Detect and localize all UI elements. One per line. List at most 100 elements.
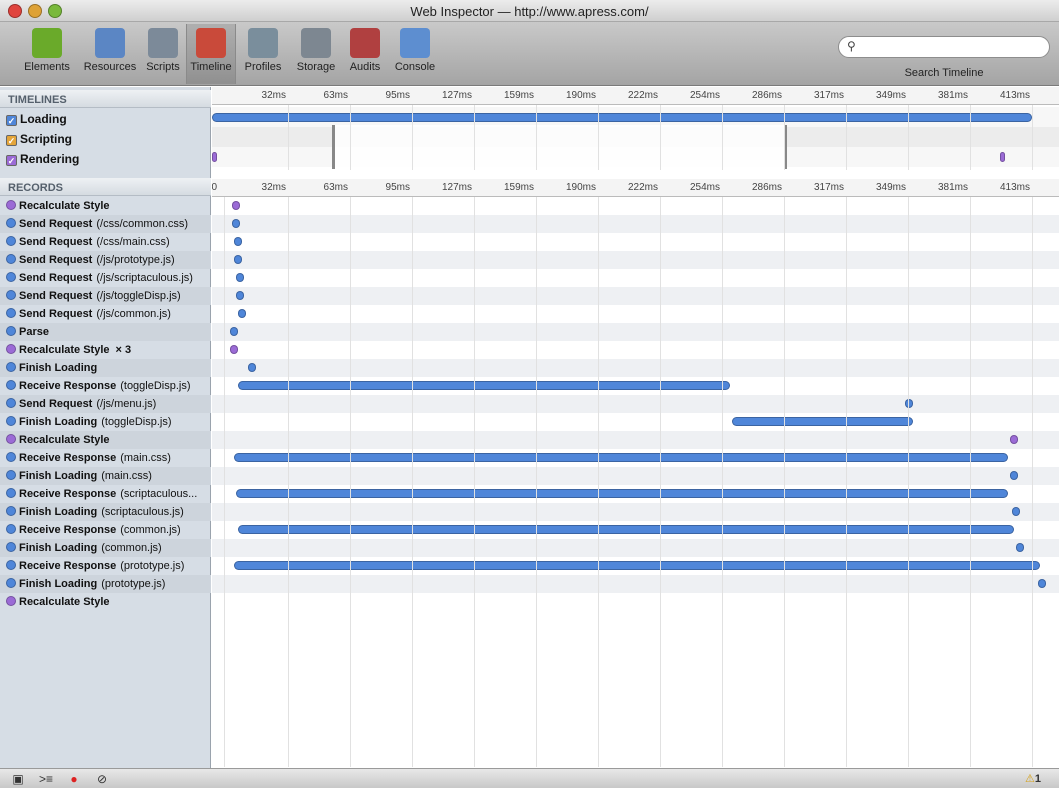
toolbar-resources-button[interactable]: Resources — [80, 24, 140, 84]
loading-dot-icon — [6, 236, 16, 246]
tick-label: 317ms — [813, 182, 844, 193]
record-bar[interactable] — [247, 363, 256, 372]
record-item[interactable]: Send Request (/css/main.css) — [0, 233, 211, 251]
record-detail: (main.css) — [120, 452, 171, 464]
record-row — [212, 287, 1059, 305]
record-item[interactable]: Recalculate Style — [0, 197, 211, 215]
record-bar[interactable] — [732, 417, 913, 426]
record-bar[interactable] — [1012, 507, 1021, 516]
toolbar-elements-button[interactable]: Elements — [16, 24, 78, 84]
rendering-dot-icon — [6, 596, 16, 606]
record-bar[interactable] — [233, 561, 1041, 570]
record-row — [212, 215, 1059, 233]
record-item[interactable]: Finish Loading (main.css) — [0, 467, 211, 485]
record-item[interactable]: Send Request (/js/menu.js) — [0, 395, 211, 413]
record-item[interactable]: Finish Loading (toggleDisp.js) — [0, 413, 211, 431]
toolbar-storage-button[interactable]: Storage — [290, 24, 342, 84]
record-bar[interactable] — [237, 309, 246, 318]
record-bar[interactable] — [237, 381, 731, 390]
toolbar-audits-button[interactable]: Audits — [344, 24, 386, 84]
window-title: Web Inspector — http://www.apress.com/ — [410, 4, 649, 19]
record-bar[interactable] — [237, 525, 1015, 534]
record-bar[interactable] — [235, 273, 244, 282]
tick-label: 95ms — [385, 90, 410, 101]
gridline — [536, 105, 537, 170]
record-item[interactable]: Receive Response (main.css) — [0, 449, 211, 467]
overview-selection[interactable] — [332, 125, 787, 169]
record-detail: (/js/toggleDisp.js) — [96, 290, 181, 302]
record-item[interactable]: Recalculate Style — [0, 593, 211, 611]
console-toggle-icon[interactable]: >≡ — [34, 771, 58, 787]
tick-label: 63ms — [323, 90, 348, 101]
record-item[interactable]: Finish Loading (scriptaculous.js) — [0, 503, 211, 521]
record-bar[interactable] — [231, 219, 240, 228]
record-name: Receive Response — [19, 380, 117, 392]
toolbar-profiles-button[interactable]: Profiles — [238, 24, 288, 84]
record-bar[interactable] — [235, 489, 1009, 498]
record-row — [212, 539, 1059, 557]
record-row — [212, 467, 1059, 485]
dock-icon[interactable]: ▣ — [6, 771, 30, 787]
loading-dot-icon — [6, 308, 16, 318]
record-item[interactable]: Parse — [0, 323, 211, 341]
record-bar[interactable] — [229, 327, 238, 336]
record-item[interactable]: Receive Response (prototype.js) — [0, 557, 211, 575]
gridline — [846, 197, 847, 767]
record-item[interactable]: Send Request (/js/prototype.js) — [0, 251, 211, 269]
search-field[interactable]: ⚲ — [838, 36, 1050, 58]
checkbox-loading[interactable]: ✓ — [6, 115, 17, 126]
toolbar-timeline-button[interactable]: Timeline — [186, 24, 236, 84]
record-bar[interactable] — [905, 399, 913, 408]
search-input[interactable] — [863, 39, 1043, 55]
record-detail: (/js/scriptaculous.js) — [96, 272, 193, 284]
record-item[interactable]: Send Request (/js/scriptaculous.js) — [0, 269, 211, 287]
category-scripting[interactable]: ✓ Scripting — [0, 129, 211, 149]
record-name: Recalculate Style — [19, 596, 110, 608]
toolbar-scripts-button[interactable]: Scripts — [142, 24, 184, 84]
tick-label: 254ms — [689, 182, 720, 193]
record-item[interactable]: Send Request (/js/common.js) — [0, 305, 211, 323]
record-item[interactable]: Receive Response (toggleDisp.js) — [0, 377, 211, 395]
title-bar: Web Inspector — http://www.apress.com/ — [0, 0, 1059, 22]
record-row — [212, 359, 1059, 377]
record-name: Parse — [19, 326, 49, 338]
loading-dot-icon — [6, 470, 16, 480]
loading-dot-icon — [6, 272, 16, 282]
tick-label: 190ms — [565, 90, 596, 101]
record-item[interactable]: Recalculate Style — [0, 431, 211, 449]
record-bar[interactable] — [233, 237, 242, 246]
loading-dot-icon — [6, 488, 16, 498]
record-bar[interactable] — [229, 345, 238, 354]
record-bar[interactable] — [233, 255, 242, 264]
tick-label: 127ms — [441, 90, 472, 101]
record-item[interactable]: Receive Response (common.js) — [0, 521, 211, 539]
gridline — [412, 197, 413, 767]
record-item[interactable]: Send Request (/css/common.css) — [0, 215, 211, 233]
record-item[interactable]: Send Request (/js/toggleDisp.js) — [0, 287, 211, 305]
gridline — [1032, 105, 1033, 170]
record-icon[interactable]: ● — [62, 771, 86, 787]
warning-badge[interactable]: ⚠1 — [1025, 772, 1041, 785]
record-item[interactable]: Finish Loading — [0, 359, 211, 377]
record-bar[interactable] — [231, 201, 240, 210]
record-item[interactable]: Recalculate Style × 3 — [0, 341, 211, 359]
tick-label: 317ms — [813, 90, 844, 101]
category-loading[interactable]: ✓ Loading — [0, 109, 211, 129]
checkbox-scripting[interactable]: ✓ — [6, 135, 17, 146]
record-item[interactable]: Finish Loading (prototype.js) — [0, 575, 211, 593]
record-name: Send Request — [19, 272, 93, 284]
clear-icon[interactable]: ⊘ — [90, 771, 114, 787]
tick-label: 222ms — [627, 90, 658, 101]
record-row — [212, 251, 1059, 269]
toolbar-label: Resources — [83, 61, 137, 73]
record-bar[interactable] — [1038, 579, 1047, 588]
record-item[interactable]: Receive Response (scriptaculous... — [0, 485, 211, 503]
checkbox-rendering[interactable]: ✓ — [6, 155, 17, 166]
loading-dot-icon — [6, 416, 16, 426]
record-bar[interactable] — [235, 291, 244, 300]
profiles-icon — [248, 28, 278, 58]
category-rendering[interactable]: ✓ Rendering — [0, 149, 211, 169]
record-bar[interactable] — [1016, 543, 1025, 552]
record-item[interactable]: Finish Loading (common.js) — [0, 539, 211, 557]
toolbar-console-button[interactable]: Console — [388, 24, 442, 84]
